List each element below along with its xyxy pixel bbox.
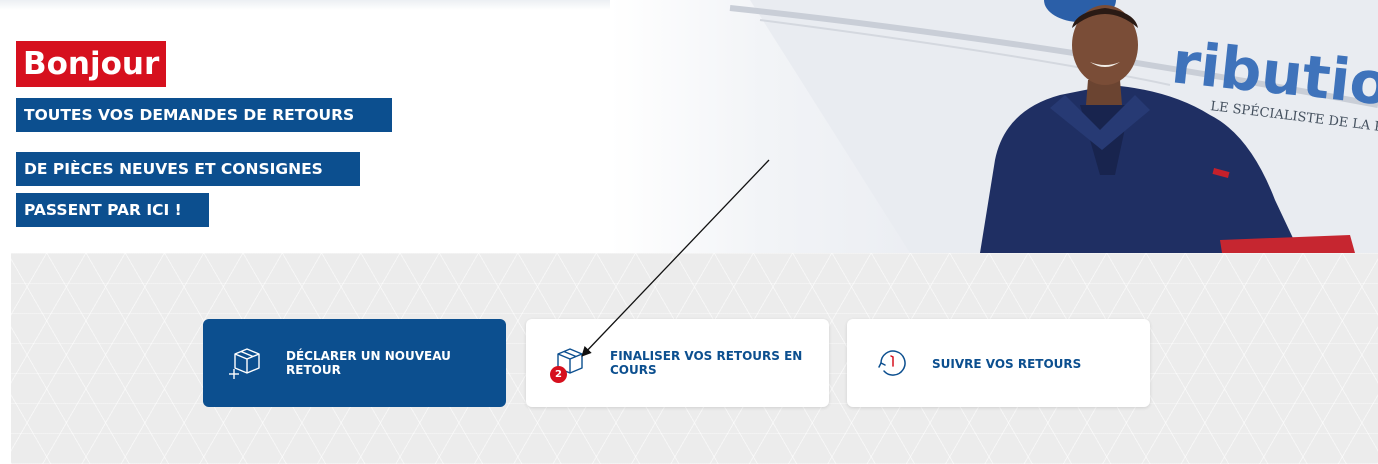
- history-clock-icon: [878, 350, 906, 376]
- tagline-line-1: TOUTES VOS DEMANDES DE RETOURS: [16, 98, 392, 132]
- hero-banner: ributio LE SPÉCIALISTE DE LA PIÈ Bonjour: [0, 0, 1378, 253]
- track-returns-button[interactable]: SUIVRE VOS RETOURS: [847, 319, 1150, 407]
- returns-portal-page: ributio LE SPÉCIALISTE DE LA PIÈ Bonjour: [0, 0, 1378, 464]
- box-plus-icon: [229, 348, 260, 379]
- finalize-returns-label: FINALISER VOS RETOURS EN COURS: [610, 349, 803, 377]
- hero-photo: ributio LE SPÉCIALISTE DE LA PIÈ: [610, 0, 1378, 253]
- track-returns-label: SUIVRE VOS RETOURS: [932, 357, 1082, 371]
- declare-new-return-button[interactable]: DÉCLARER UN NOUVEAU RETOUR: [203, 319, 506, 407]
- tagline-line-3: PASSENT PAR ICI !: [16, 193, 209, 227]
- greeting-heading: Bonjour: [16, 41, 167, 87]
- declare-new-return-label: DÉCLARER UN NOUVEAU RETOUR: [286, 349, 451, 377]
- finalize-returns-button[interactable]: 2 FINALISER VOS RETOURS EN COURS: [526, 319, 829, 407]
- pending-count-badge: 2: [550, 366, 567, 383]
- tagline-line-2: DE PIÈCES NEUVES ET CONSIGNES: [16, 152, 360, 186]
- delivery-man-illustration: ributio LE SPÉCIALISTE DE LA PIÈ: [729, 0, 1378, 253]
